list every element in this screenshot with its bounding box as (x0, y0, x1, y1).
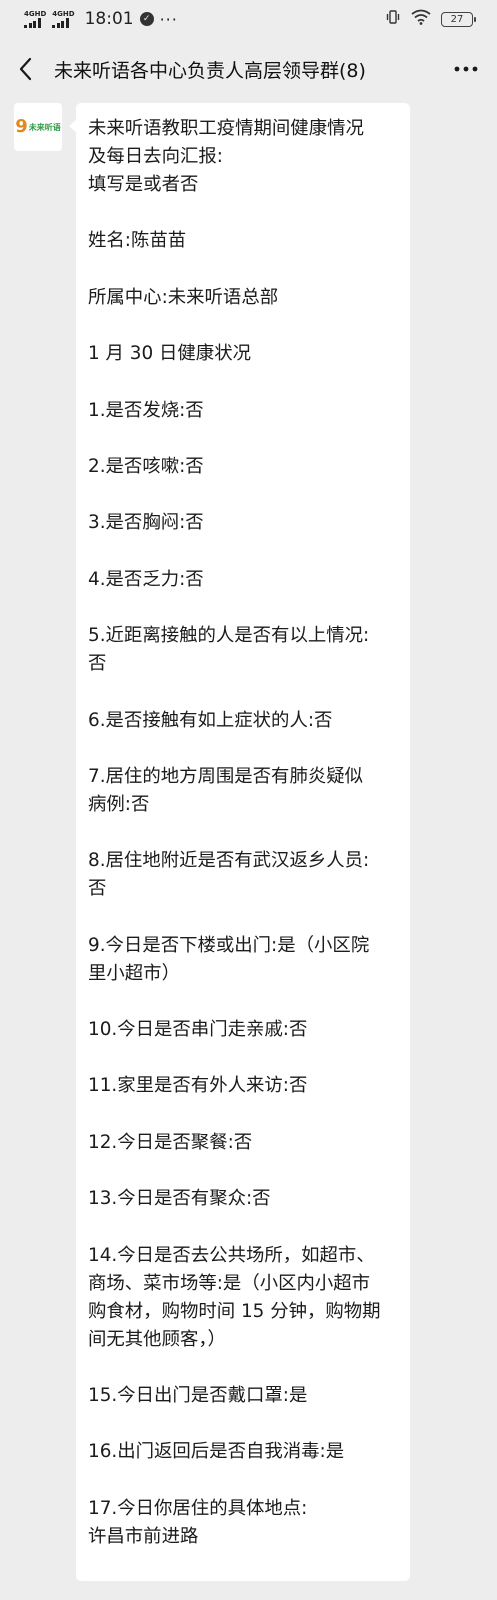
message-line: 否 (88, 878, 107, 900)
chat-title: 未来听语各中心负责人高层领导群(8) (54, 59, 366, 82)
message-line: 许昌市前进路 (88, 1525, 199, 1547)
message-line: 购食材，购物时间 15 分钟，购物期 (88, 1300, 381, 1322)
message-line: 15.今日出门是否戴口罩:是 (88, 1385, 308, 1407)
message-line: 4.是否乏力:否 (88, 568, 204, 590)
signal-sim2-icon: 4GHD (52, 10, 75, 28)
message-line: 所属中心:未来听语总部 (88, 286, 279, 308)
message-line: 1.是否发烧:否 (88, 399, 204, 421)
avatar[interactable]: 9 未来听语 (14, 103, 62, 151)
message-line: 10.今日是否串门走亲戚:否 (88, 1019, 308, 1041)
message-line: 6.是否接触有如上症状的人:否 (88, 709, 333, 731)
message-line: 间无其他顾客，） (88, 1328, 226, 1350)
status-bar: 4GHD 4GHD 18:01 ✓ ··· 27 (0, 0, 497, 38)
message-line: 未来听语教职工疫情期间健康情况 (88, 118, 364, 139)
message-line: 11.家里是否有外人来访:否 (88, 1075, 308, 1097)
message-line: 7.居住的地方周围是否有肺炎疑似 (88, 765, 364, 787)
battery-icon: 27 (441, 11, 476, 27)
message-line: 9.今日是否下楼或出门:是（小区院 (88, 934, 370, 956)
message-line: 14.今日是否去公共场所，如超市、 (88, 1244, 375, 1266)
message-line: 13.今日是否有聚众:否 (88, 1188, 271, 1210)
message-line: 1 月 30 日健康状况 (88, 343, 251, 365)
status-more: ··· (159, 9, 178, 29)
clock: 18:01 (84, 9, 134, 29)
message-line: 填写是或者否 (88, 174, 199, 195)
message-line: 2.是否咳嗽:否 (88, 455, 204, 477)
message-line: 否 (88, 653, 107, 675)
message-line: 3.是否胸闷:否 (88, 512, 204, 534)
message-line: 及每日去向汇报: (88, 146, 223, 167)
vibrate-icon (385, 9, 401, 30)
message-line: 8.居住地附近是否有武汉返乡人员: (88, 850, 370, 872)
message-line: 17.今日你居住的具体地点: (88, 1497, 308, 1519)
message-line: 5.近距离接触的人是否有以上情况: (88, 625, 370, 647)
more-dots-icon[interactable] (449, 54, 483, 84)
message-line: 12.今日是否聚餐:否 (88, 1131, 253, 1153)
chat-header: 未来听语各中心负责人高层领导群(8) (0, 38, 497, 100)
signal-sim1-icon: 4GHD (24, 10, 46, 28)
avatar-logo-icon: 9 未来听语 (15, 116, 61, 137)
message-line: 姓名:陈苗苗 (88, 230, 187, 252)
message-line: 里小超市） (88, 962, 180, 984)
message-line: 病例:否 (88, 793, 150, 815)
message-line: 商场、菜市场等:是（小区内小超市 (88, 1272, 371, 1294)
wifi-icon (411, 9, 431, 30)
chevron-left-icon[interactable] (14, 54, 36, 84)
notification-icon: ✓ (139, 12, 154, 26)
message-bubble[interactable]: 未来听语教职工疫情期间健康情况 及每日去向汇报: 填写是或者否 姓名:陈苗苗所属中心:… (69, 103, 410, 1581)
message-line: 16.出门返回后是否自我消毒:是 (88, 1441, 345, 1463)
